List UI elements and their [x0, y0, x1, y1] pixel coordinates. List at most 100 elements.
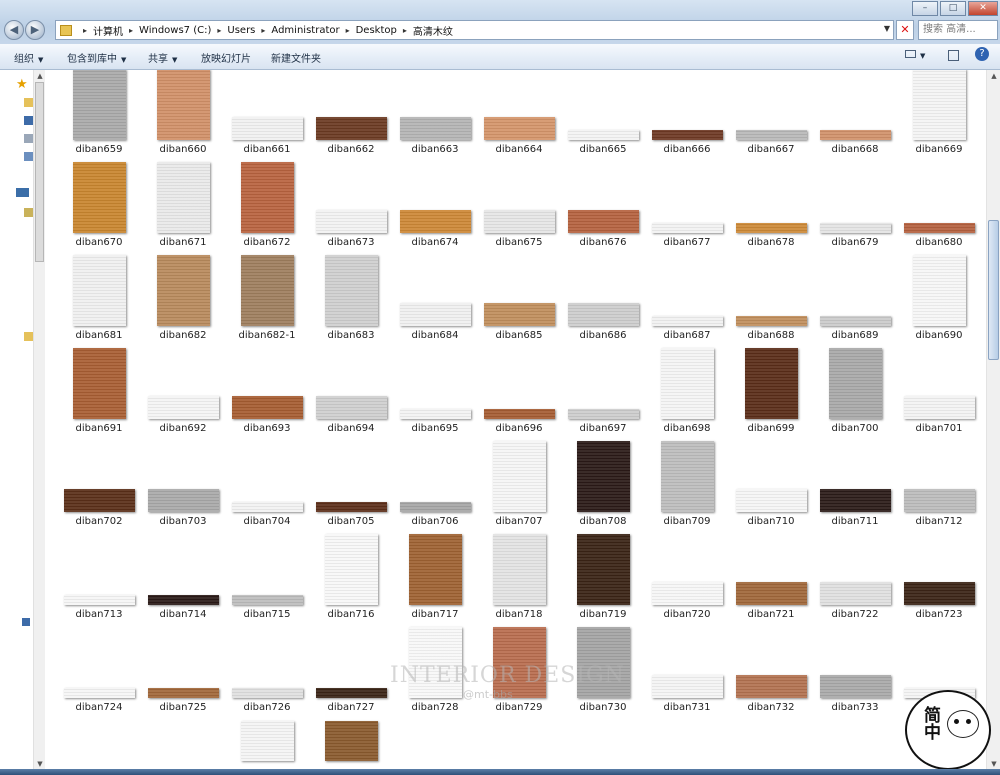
view-options-button[interactable]: ▼: [905, 50, 925, 61]
file-item[interactable]: diban725: [141, 628, 225, 720]
file-item[interactable]: diban678: [729, 163, 813, 255]
file-item[interactable]: diban693: [225, 349, 309, 441]
homegroup-icon[interactable]: [24, 134, 33, 143]
file-item[interactable]: diban668: [813, 70, 897, 162]
network-icon[interactable]: [24, 152, 33, 161]
file-item[interactable]: diban698: [645, 348, 729, 441]
file-item[interactable]: diban696: [477, 349, 561, 441]
file-item[interactable]: diban669: [897, 70, 981, 162]
file-item[interactable]: diban671: [141, 162, 225, 255]
help-icon[interactable]: ?: [975, 47, 989, 61]
preview-pane-button[interactable]: [948, 50, 959, 64]
file-item[interactable]: diban699: [729, 348, 813, 441]
network-drive-icon[interactable]: [22, 618, 30, 626]
file-item[interactable]: diban702: [57, 442, 141, 534]
file-item[interactable]: diban704: [225, 442, 309, 534]
file-item[interactable]: diban673: [309, 163, 393, 255]
file-item[interactable]: diban713: [57, 535, 141, 627]
file-item[interactable]: diban684: [393, 256, 477, 348]
file-item[interactable]: diban665: [561, 70, 645, 162]
stop-icon[interactable]: ✕: [896, 20, 914, 40]
file-item[interactable]: diban733: [813, 628, 897, 720]
file-item[interactable]: diban727: [309, 628, 393, 720]
file-item[interactable]: diban679: [813, 163, 897, 255]
file-item[interactable]: diban667: [729, 70, 813, 162]
scroll-up-icon[interactable]: ▲: [988, 70, 1000, 82]
file-item[interactable]: diban662: [309, 70, 393, 162]
file-item[interactable]: diban703: [141, 442, 225, 534]
scrollbar-thumb[interactable]: [35, 82, 44, 262]
breadcrumb-separator[interactable]: ▸: [346, 26, 350, 35]
back-button[interactable]: ◀: [4, 20, 24, 40]
scrollbar-thumb[interactable]: [988, 220, 999, 360]
breadcrumb-separator[interactable]: ▸: [403, 26, 407, 35]
file-item[interactable]: diban690: [897, 255, 981, 348]
file-item[interactable]: diban685: [477, 256, 561, 348]
file-item[interactable]: diban676: [561, 163, 645, 255]
file-item[interactable]: diban664: [477, 70, 561, 162]
file-item[interactable]: diban682-1: [225, 255, 309, 348]
file-item[interactable]: diban659: [57, 70, 141, 162]
file-item[interactable]: diban711: [813, 442, 897, 534]
file-item[interactable]: diban689: [813, 256, 897, 348]
file-item[interactable]: diban666: [645, 70, 729, 162]
file-item[interactable]: diban722: [813, 535, 897, 627]
folder-icon[interactable]: [24, 98, 33, 107]
breadcrumb-separator[interactable]: ▸: [261, 26, 265, 35]
file-item[interactable]: diban719: [561, 534, 645, 627]
file-item[interactable]: diban692: [141, 349, 225, 441]
file-item[interactable]: diban670: [57, 162, 141, 255]
file-item[interactable]: diban708: [561, 441, 645, 534]
file-item[interactable]: diban709: [645, 441, 729, 534]
computer-icon[interactable]: [16, 188, 29, 197]
file-item[interactable]: diban701: [897, 349, 981, 441]
file-item[interactable]: diban731: [645, 628, 729, 720]
file-item[interactable]: diban716: [309, 534, 393, 627]
breadcrumb-users[interactable]: Users: [227, 25, 255, 36]
file-item[interactable]: diban691: [57, 348, 141, 441]
file-item[interactable]: diban680: [897, 163, 981, 255]
file-item[interactable]: [225, 721, 309, 770]
file-item[interactable]: diban682: [141, 255, 225, 348]
file-item[interactable]: diban706: [393, 442, 477, 534]
file-item[interactable]: diban732: [729, 628, 813, 720]
drive-icon[interactable]: [24, 208, 33, 217]
maximize-button[interactable]: □: [940, 1, 966, 16]
file-item[interactable]: diban717: [393, 534, 477, 627]
file-item[interactable]: diban705: [309, 442, 393, 534]
file-item[interactable]: diban724: [57, 628, 141, 720]
address-bar[interactable]: ▸ 计算机 ▸ Windows7 (C:) ▸ Users ▸ Administ…: [55, 20, 894, 40]
breadcrumb-desktop[interactable]: Desktop: [356, 25, 397, 36]
breadcrumb-separator[interactable]: ▸: [217, 26, 221, 35]
file-item[interactable]: diban714: [141, 535, 225, 627]
file-item[interactable]: diban723: [897, 535, 981, 627]
file-item[interactable]: diban721: [729, 535, 813, 627]
file-item[interactable]: diban661: [225, 70, 309, 162]
share-menu[interactable]: 共享 ▼: [148, 50, 177, 65]
navigation-scrollbar[interactable]: ▲ ▼: [33, 70, 45, 770]
file-item[interactable]: diban688: [729, 256, 813, 348]
folder-icon[interactable]: [24, 332, 33, 341]
file-item[interactable]: diban695: [393, 349, 477, 441]
file-item[interactable]: diban694: [309, 349, 393, 441]
file-item[interactable]: diban675: [477, 163, 561, 255]
chevron-down-icon[interactable]: ▼: [884, 24, 890, 33]
breadcrumb-administrator[interactable]: Administrator: [271, 25, 339, 36]
slideshow-button[interactable]: 放映幻灯片: [201, 50, 251, 65]
file-item[interactable]: diban718: [477, 534, 561, 627]
file-item[interactable]: diban697: [561, 349, 645, 441]
breadcrumb-folder[interactable]: 高清木纹: [413, 23, 453, 38]
breadcrumb-computer[interactable]: 计算机: [93, 23, 123, 38]
include-library-menu[interactable]: 包含到库中 ▼: [67, 50, 126, 65]
content-scrollbar[interactable]: ▲ ▼: [986, 70, 1000, 770]
organize-menu[interactable]: 组织 ▼: [14, 50, 43, 65]
file-item[interactable]: diban681: [57, 255, 141, 348]
library-icon[interactable]: [24, 116, 33, 125]
minimize-button[interactable]: –: [912, 1, 938, 16]
file-item[interactable]: diban715: [225, 535, 309, 627]
breadcrumb-drive[interactable]: Windows7 (C:): [139, 25, 211, 36]
file-item[interactable]: diban672: [225, 162, 309, 255]
file-item[interactable]: diban700: [813, 348, 897, 441]
file-item[interactable]: diban720: [645, 535, 729, 627]
breadcrumb-separator[interactable]: ▸: [129, 26, 133, 35]
